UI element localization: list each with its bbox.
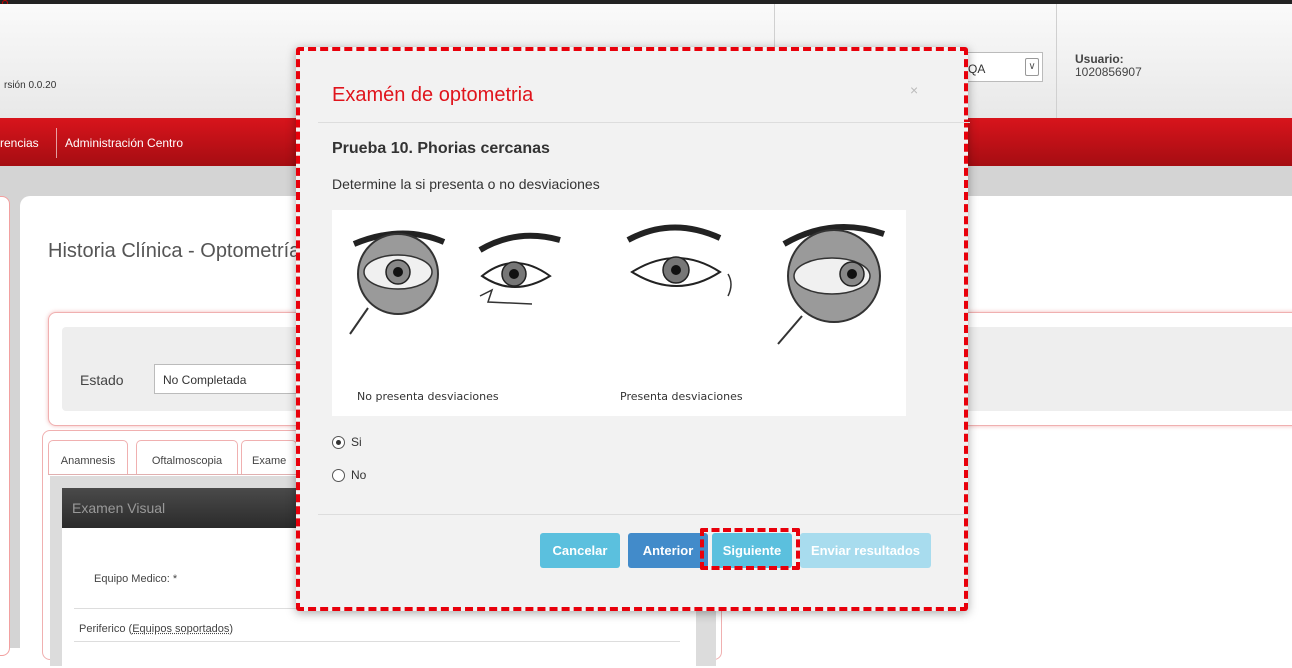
phoria-illustration	[332, 210, 906, 416]
send-results-button[interactable]: Enviar resultados	[800, 533, 931, 568]
modal-title: Examén de optometria	[332, 84, 534, 106]
modal-divider	[318, 122, 970, 123]
test-title: Prueba 10. Phorias cercanas	[332, 140, 550, 157]
option-no[interactable]: No	[332, 467, 366, 483]
caption-deviation: Presenta desviaciones	[620, 390, 743, 403]
magnified-eye-left	[349, 230, 446, 335]
option-si[interactable]: Si	[332, 434, 362, 450]
radio-si[interactable]	[332, 435, 345, 449]
eyes-illustration	[349, 223, 885, 345]
small-eye-right	[626, 224, 732, 297]
caption-no-deviation: No presenta desviaciones	[357, 390, 499, 403]
radio-no[interactable]	[332, 468, 345, 482]
option-si-label: Si	[351, 435, 362, 449]
small-eye-left	[478, 232, 561, 305]
cancel-button[interactable]: Cancelar	[540, 533, 620, 568]
next-button-highlight	[700, 528, 800, 570]
test-description: Determine la si presenta o no desviacion…	[332, 176, 600, 192]
close-icon[interactable]: ×	[910, 82, 918, 98]
modal-footer-divider	[318, 514, 970, 515]
option-no-label: No	[351, 468, 367, 482]
magnified-eye-right	[777, 223, 885, 345]
previous-button[interactable]: Anterior	[628, 533, 708, 568]
